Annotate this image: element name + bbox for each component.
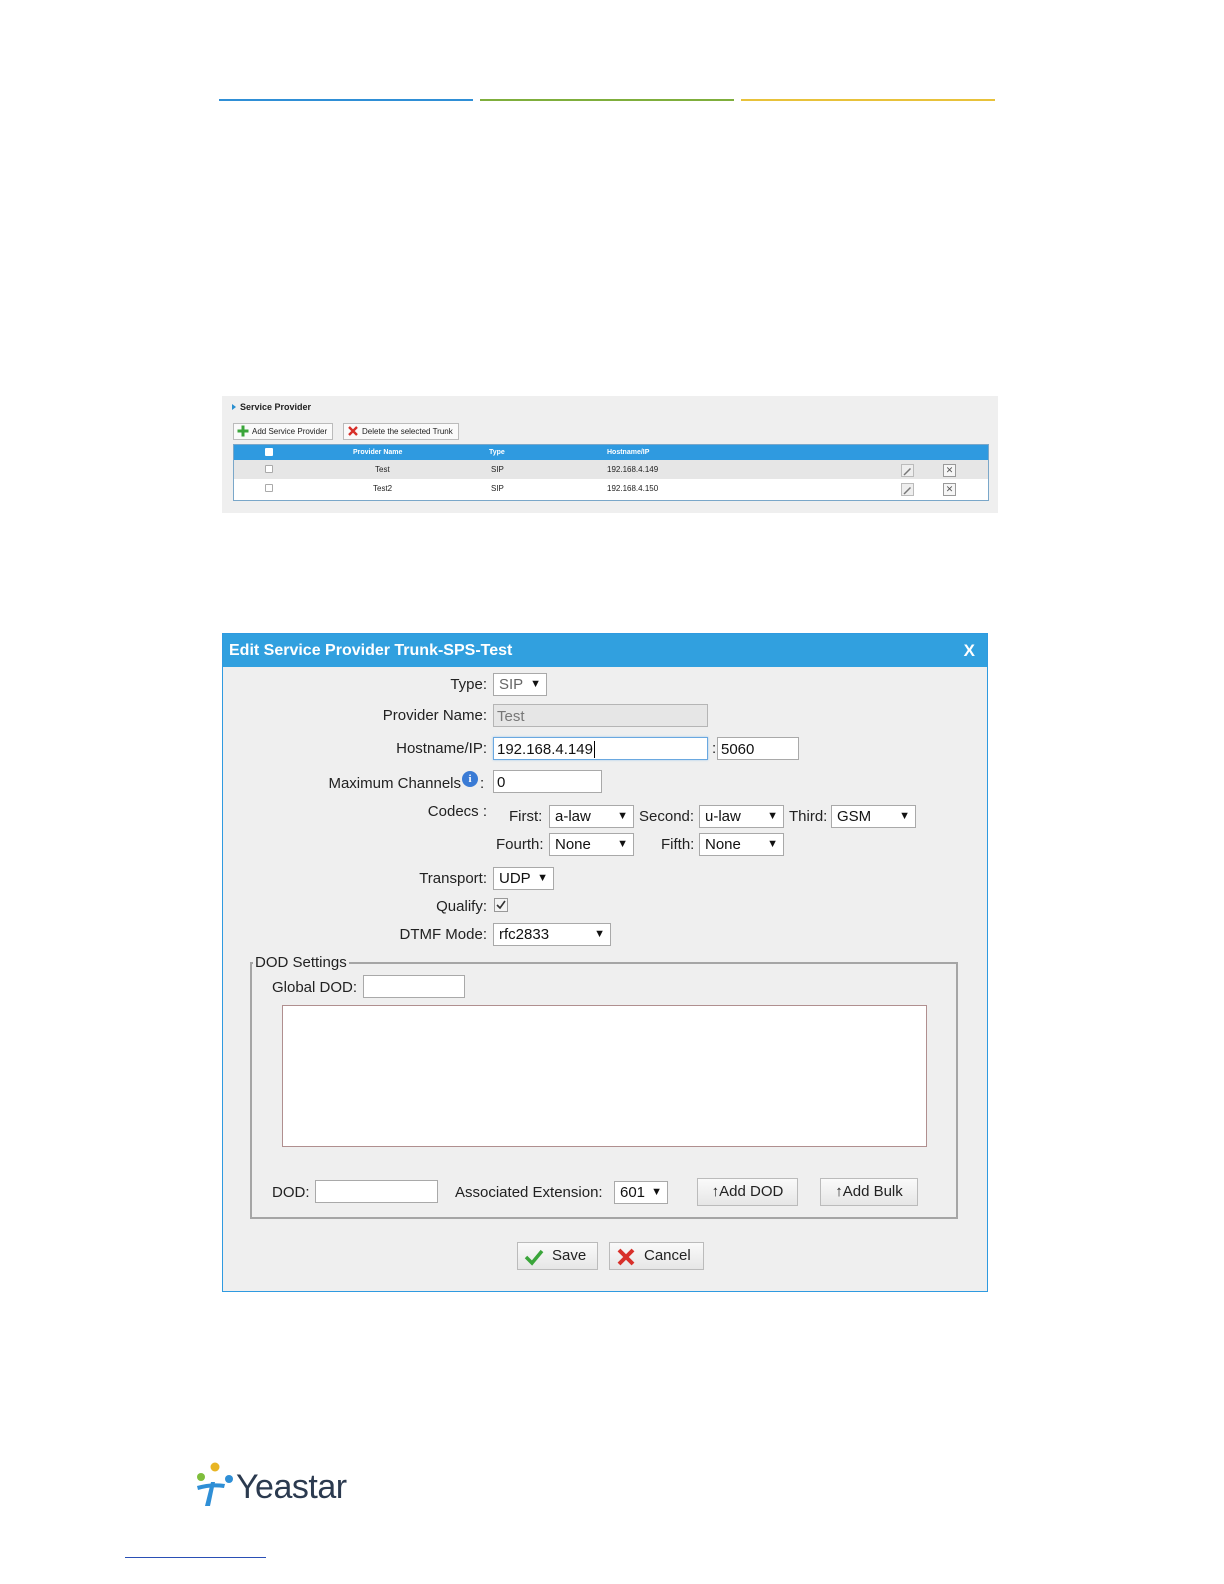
edit-service-provider-dialog: Edit Service Provider Trunk-SPS-Test X T…: [222, 633, 988, 1292]
yeastar-logo-text: Yeastar: [236, 1468, 347, 1506]
hostname-cell: 192.168.4.149: [607, 465, 659, 474]
chevron-down-icon: ▼: [899, 810, 910, 822]
hostname-cell: 192.168.4.150: [607, 484, 659, 493]
provider-name-field: Test: [493, 704, 708, 727]
plus-icon: [237, 425, 249, 437]
table-row[interactable]: Test SIP 192.168.4.149 ✕: [234, 460, 988, 479]
footer-line: [125, 1557, 266, 1558]
qualify-checkbox[interactable]: [494, 898, 508, 912]
column-header-provider-name: Provider Name: [353, 449, 403, 456]
associated-extension-select[interactable]: 601 ▼: [614, 1181, 668, 1204]
transport-label: Transport:: [419, 870, 487, 887]
service-provider-title: Service Provider: [232, 402, 311, 412]
delete-icon[interactable]: ✕: [943, 464, 956, 477]
type-cell: SIP: [491, 484, 504, 493]
checkmark-icon: [524, 1248, 544, 1275]
codec-second-select[interactable]: u-law ▼: [699, 805, 784, 828]
dialog-header: Edit Service Provider Trunk-SPS-Test X: [223, 634, 987, 667]
dod-list-box[interactable]: [282, 1005, 927, 1147]
codec-fifth-select[interactable]: None ▼: [699, 833, 784, 856]
chevron-down-icon: ▼: [537, 872, 548, 884]
chevron-down-icon: ▼: [594, 928, 605, 940]
text-cursor: [593, 741, 595, 758]
port-input[interactable]: 5060: [717, 737, 799, 760]
header-line-blue: [219, 99, 473, 101]
dod-input[interactable]: [315, 1180, 438, 1203]
qualify-label: Qualify:: [436, 898, 487, 915]
table-header: Provider Name Type Hostname/IP: [234, 445, 988, 460]
codec-fifth-label: Fifth:: [661, 836, 695, 853]
cancel-button[interactable]: Cancel: [609, 1242, 704, 1270]
max-channels-label: Maximum Channels: [328, 775, 461, 792]
table-row[interactable]: Test2 SIP 192.168.4.150 ✕: [234, 479, 988, 498]
select-all-checkbox[interactable]: [265, 448, 273, 456]
provider-name-label: Provider Name:: [382, 707, 487, 724]
codecs-label: Codecs :: [427, 803, 487, 820]
provider-name-cell: Test: [375, 465, 390, 474]
dod-settings-legend: DOD Settings: [253, 954, 349, 971]
chevron-down-icon: ▼: [767, 810, 778, 822]
codec-third-select[interactable]: GSM ▼: [831, 805, 916, 828]
port-separator: :: [712, 740, 717, 757]
global-dod-label: Global DOD:: [272, 979, 358, 996]
add-bulk-button[interactable]: ↑Add Bulk: [820, 1178, 918, 1206]
type-select[interactable]: SIP ▼: [493, 673, 547, 696]
service-provider-panel: Service Provider Add Service Provider De…: [222, 396, 998, 513]
delete-x-icon: [347, 425, 359, 437]
service-provider-table: Provider Name Type Hostname/IP Test SIP …: [233, 444, 989, 501]
codec-fourth-select[interactable]: None ▼: [549, 833, 634, 856]
type-cell: SIP: [491, 465, 504, 474]
provider-name-cell: Test2: [373, 484, 393, 493]
info-icon[interactable]: i: [462, 771, 478, 787]
close-icon: [616, 1247, 636, 1276]
delete-icon[interactable]: ✕: [943, 483, 956, 496]
add-dod-button[interactable]: ↑Add DOD: [697, 1178, 798, 1206]
header-line-green: [480, 99, 734, 101]
yeastar-logo-icon: [193, 1462, 233, 1510]
hostname-input[interactable]: 192.168.4.149: [493, 737, 708, 760]
type-label: Type:: [450, 676, 487, 693]
delete-selected-trunk-button[interactable]: Delete the selected Trunk: [343, 423, 459, 440]
chevron-down-icon: ▼: [767, 838, 778, 850]
max-channels-colon: :: [480, 775, 485, 792]
dialog-title: Edit Service Provider Trunk-SPS-Test: [229, 642, 513, 659]
dod-label: DOD:: [272, 1184, 310, 1201]
chevron-down-icon: ▼: [530, 678, 541, 690]
codec-third-label: Third:: [789, 808, 828, 825]
codec-fourth-label: Fourth:: [496, 836, 544, 853]
header-line-yellow: [741, 99, 995, 101]
codec-second-label: Second:: [639, 808, 695, 825]
dtmf-mode-label: DTMF Mode:: [399, 926, 487, 943]
codec-first-label: First:: [509, 808, 543, 825]
row-checkbox[interactable]: [265, 484, 273, 492]
transport-select[interactable]: UDP ▼: [493, 867, 554, 890]
codec-first-select[interactable]: a-law ▼: [549, 805, 634, 828]
close-button[interactable]: X: [964, 641, 975, 661]
associated-extension-label: Associated Extension:: [455, 1184, 603, 1201]
save-button[interactable]: Save: [517, 1242, 598, 1270]
max-channels-input[interactable]: 0: [493, 770, 602, 793]
global-dod-input[interactable]: [363, 975, 465, 998]
chevron-down-icon: ▼: [617, 810, 628, 822]
edit-icon[interactable]: [901, 464, 914, 477]
chevron-down-icon: ▼: [617, 838, 628, 850]
add-service-provider-button[interactable]: Add Service Provider: [233, 423, 334, 440]
checkmark-icon: [496, 900, 506, 910]
dtmf-mode-select[interactable]: rfc2833 ▼: [493, 923, 611, 946]
chevron-down-icon: ▼: [651, 1186, 662, 1198]
column-header-hostname: Hostname/IP: [607, 449, 650, 456]
edit-icon[interactable]: [901, 483, 914, 496]
hostname-label: Hostname/IP:: [396, 740, 487, 757]
column-header-type: Type: [489, 449, 505, 456]
row-checkbox[interactable]: [265, 465, 273, 473]
arrow-right-icon: [232, 404, 236, 410]
